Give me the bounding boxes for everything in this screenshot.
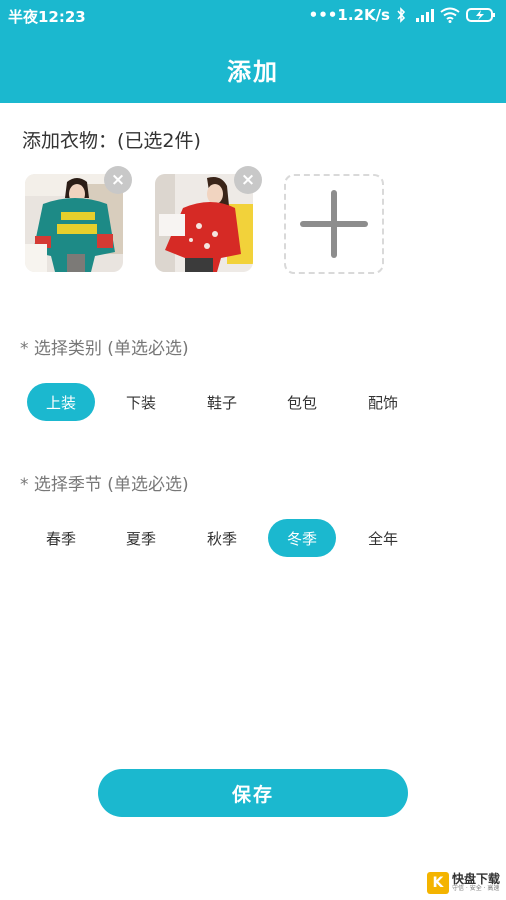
wifi-icon (440, 7, 460, 23)
photos-section-title: 添加衣物：(已选2件) (22, 130, 201, 152)
remove-photo-1-button[interactable]: × (104, 166, 132, 194)
battery-charging-icon (466, 7, 496, 23)
watermark-title: 快盘下载 (451, 872, 500, 886)
category-options: 上装 下装 鞋子 包包 配饰 (22, 383, 482, 421)
season-option-autumn[interactable]: 秋季 (188, 519, 256, 557)
season-options: 春季 夏季 秋季 冬季 全年 (22, 519, 482, 557)
category-option-bottoms[interactable]: 下装 (107, 383, 175, 421)
add-photo-button[interactable] (284, 174, 384, 274)
season-option-summer[interactable]: 夏季 (107, 519, 175, 557)
category-option-accessories[interactable]: 配饰 (349, 383, 417, 421)
status-time: 半夜12:23 (8, 8, 86, 26)
app-header: 半夜12:23 •••1.2K/s 添加 (0, 0, 506, 103)
status-indicators: •••1.2K/s (309, 6, 496, 24)
category-option-bags[interactable]: 包包 (268, 383, 336, 421)
season-label: * 选择季节 (单选必选) (20, 475, 189, 495)
save-button[interactable]: 保存 (98, 769, 408, 817)
watermark-text: 快盘下载 守信 · 安全 · 高速 (452, 873, 500, 893)
category-label: * 选择类别 (单选必选) (20, 339, 189, 359)
hd-signal-icon (412, 7, 434, 23)
status-bar: 半夜12:23 •••1.2K/s (0, 0, 506, 32)
season-option-winter[interactable]: 冬季 (268, 519, 336, 557)
bluetooth-icon (396, 7, 406, 23)
season-option-spring[interactable]: 春季 (27, 519, 95, 557)
category-option-shoes[interactable]: 鞋子 (188, 383, 256, 421)
page-title: 添加 (227, 58, 279, 86)
watermark-logo: K 快盘下载 守信 · 安全 · 高速 (426, 872, 500, 894)
watermark-subtitle: 守信 · 安全 · 高速 (451, 885, 500, 892)
network-speed: •••1.2K/s (308, 6, 390, 24)
plus-icon-vertical (331, 190, 337, 258)
category-option-tops[interactable]: 上装 (27, 383, 95, 421)
season-option-all-year[interactable]: 全年 (349, 519, 417, 557)
watermark-k-icon: K (426, 872, 449, 894)
remove-photo-2-button[interactable]: × (234, 166, 262, 194)
